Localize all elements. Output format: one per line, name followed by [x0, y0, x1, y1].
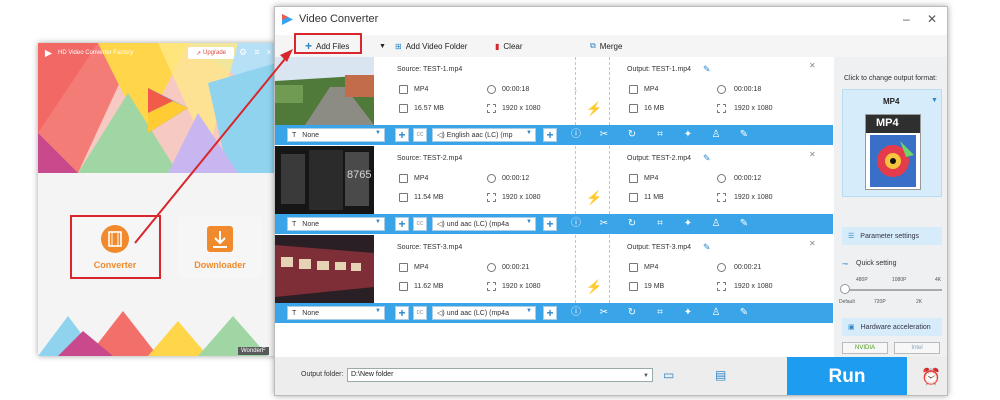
annotation-arrow — [134, 49, 293, 244]
